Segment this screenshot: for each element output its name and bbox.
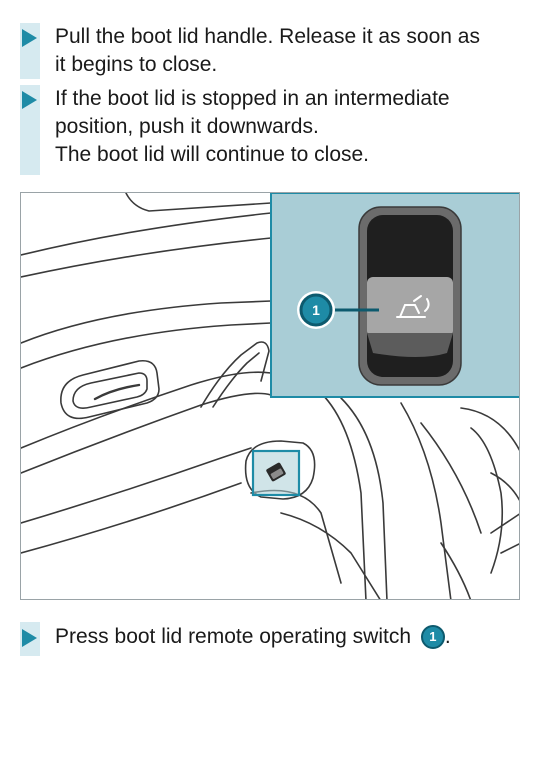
door-panel-illustration: 1: [20, 192, 520, 600]
step-bar: [20, 85, 40, 175]
step-line: it begins to close.: [55, 53, 218, 76]
callout-inline-1: 1: [420, 625, 445, 649]
step-line: Pull the boot lid handle. Release it as …: [55, 25, 480, 48]
step-suffix: .: [444, 625, 451, 648]
instruction-step-2: If the boot lid is stopped in an interme…: [20, 85, 450, 175]
step-arrow-icon: [22, 91, 37, 109]
step-text: If the boot lid is stopped in an interme…: [40, 85, 450, 175]
callout-number: 1: [312, 302, 320, 318]
step-arrow-icon: [22, 629, 37, 647]
step-bar: [20, 622, 40, 656]
instruction-step-3: Press boot lid remote operating switch 1…: [20, 622, 451, 656]
step-line: Press boot lid remote operating switch: [55, 625, 412, 648]
step-text: Press boot lid remote operating switch 1…: [40, 622, 451, 656]
step-line: If the boot lid is stopped in an interme…: [55, 87, 450, 110]
step-text: Pull the boot lid handle. Release it as …: [40, 23, 480, 79]
door-panel-drawing: 1: [21, 193, 519, 599]
callout-1: 1: [297, 291, 335, 329]
step-arrow-icon: [22, 29, 37, 47]
step-bar: [20, 23, 40, 79]
step-line: The boot lid will continue to close.: [55, 143, 370, 166]
step-line: position, push it downwards.: [55, 115, 319, 138]
instruction-step-1: Pull the boot lid handle. Release it as …: [20, 23, 480, 79]
